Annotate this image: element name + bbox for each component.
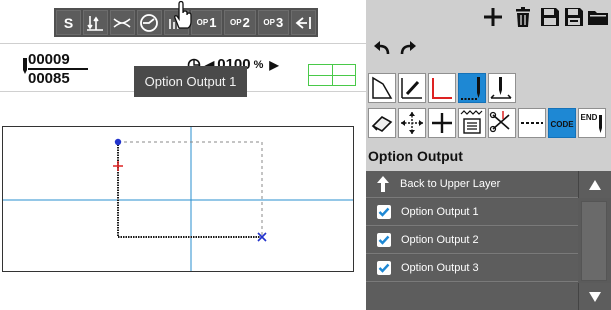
op1-prefix: OP (196, 18, 209, 27)
checkbox-checked[interactable] (377, 261, 391, 275)
trim-tool-button[interactable] (488, 108, 516, 138)
cross-tool-button[interactable] (428, 108, 456, 138)
op3-button[interactable]: OP 3 (257, 10, 290, 35)
save-as-icon[interactable] (563, 6, 585, 28)
pen-edit-icon (401, 78, 422, 99)
line-tool-button[interactable] (428, 73, 456, 103)
list-item-back[interactable]: Back to Upper Layer (366, 171, 578, 198)
checkbox-checked[interactable] (377, 233, 391, 247)
mini-map-hline (309, 75, 355, 76)
list-item-label: Option Output 1 (401, 206, 479, 218)
tooltip: Option Output 1 (134, 66, 247, 97)
folder-icon[interactable] (587, 6, 609, 28)
point-tool-button[interactable] (368, 73, 396, 103)
triangle-down-icon (589, 291, 601, 302)
pattern-outline-dashed (118, 141, 263, 237)
op2-prefix: OP (230, 18, 242, 27)
edit-panel: CODE END Option Output Back to Upper Lay… (366, 0, 611, 310)
panel-title: Option Output (368, 148, 463, 164)
polyline-icon (372, 76, 393, 99)
jump-tool-button[interactable] (518, 108, 546, 138)
corner-line-icon (432, 78, 452, 99)
plus-icon (432, 113, 452, 133)
stitch-path (117, 142, 262, 238)
hand-cursor-icon (174, 0, 192, 29)
checkmark-icon (378, 235, 390, 245)
scroll-track[interactable] (581, 201, 607, 281)
cut-button[interactable] (109, 10, 135, 35)
needle-move-tool-button[interactable] (488, 73, 516, 103)
op2-button[interactable]: OP 2 (224, 10, 256, 35)
move-tool-button[interactable] (398, 108, 426, 138)
pattern-canvas[interactable] (2, 126, 354, 272)
svg-text:CODE: CODE (550, 120, 574, 129)
thread-trim-icon (87, 15, 104, 31)
code-icon: CODE (550, 120, 574, 129)
option-list: Back to Upper Layer Option Output 1 Opti… (366, 171, 578, 310)
stitch-total: 00085 (28, 70, 70, 87)
app-window: S OP 1 OP 2 OP 3 00009 00085 ◀ 0100 % ▶ … (0, 0, 611, 310)
redo-icon[interactable] (398, 40, 418, 58)
list-item-option-output-3[interactable]: Option Output 3 (366, 255, 578, 282)
start-point (114, 138, 122, 146)
scissors-icon (113, 17, 131, 28)
gauge-icon (140, 13, 159, 32)
list-item-label: Back to Upper Layer (400, 178, 501, 190)
checkmark-icon (378, 207, 390, 217)
edit-tool-button[interactable] (398, 73, 426, 103)
scroll-down-button[interactable] (578, 283, 611, 310)
op2-num: 2 (242, 15, 250, 30)
end-icon: END (581, 113, 602, 133)
zigzag-pattern-icon (460, 110, 483, 134)
speed-unit: % (253, 58, 264, 71)
pattern-drawing (3, 127, 353, 271)
scroll-up-button[interactable] (578, 171, 611, 198)
mini-map[interactable] (308, 64, 356, 86)
needle-move-icon (490, 77, 512, 99)
stitch-current: 00009 (28, 52, 88, 70)
triangle-up-icon (589, 179, 601, 190)
trim-scissors-icon (489, 111, 510, 133)
op1-num: 1 (209, 15, 217, 30)
back-origin-icon (295, 16, 311, 29)
undo-icon[interactable] (372, 40, 392, 58)
speed-button[interactable] (136, 10, 162, 35)
s-button[interactable]: S (56, 10, 81, 35)
op3-num: 3 (275, 15, 284, 30)
checkmark-icon (378, 263, 390, 273)
needle-icon (23, 58, 27, 74)
thread-trim-button[interactable] (82, 10, 108, 35)
list-item-label: Option Output 3 (401, 262, 479, 274)
add-icon[interactable] (482, 6, 504, 28)
move-arrows-icon (401, 112, 423, 134)
list-item-option-output-1[interactable]: Option Output 1 (366, 199, 578, 226)
code-tool-button[interactable]: CODE (548, 108, 576, 138)
up-arrow-icon (376, 176, 390, 192)
list-item-empty (366, 283, 578, 310)
eraser-tool-button[interactable] (368, 108, 396, 138)
list-item-option-output-2[interactable]: Option Output 2 (366, 227, 578, 254)
pattern-view-pane: S OP 1 OP 2 OP 3 00009 00085 ◀ 0100 % ▶ … (0, 0, 366, 310)
svg-text:END: END (581, 113, 598, 122)
list-scrollbar[interactable] (578, 171, 611, 310)
back-origin-button[interactable] (291, 10, 316, 35)
op3-prefix: OP (263, 18, 275, 27)
needle-down-icon (461, 77, 480, 100)
end-tool-button[interactable]: END (578, 108, 606, 138)
needle-tool-button[interactable] (458, 73, 486, 103)
dashed-line-icon (521, 122, 543, 124)
speed-increase-icon[interactable]: ▶ (269, 58, 278, 72)
list-item-label: Option Output 2 (401, 234, 479, 246)
checkbox-checked[interactable] (377, 205, 391, 219)
pattern-tool-button[interactable] (458, 108, 486, 138)
file-toolbar (366, 6, 611, 32)
trash-icon[interactable] (512, 6, 534, 28)
save-icon[interactable] (539, 6, 561, 28)
eraser-icon (371, 116, 393, 132)
s-button-label: S (63, 14, 74, 31)
